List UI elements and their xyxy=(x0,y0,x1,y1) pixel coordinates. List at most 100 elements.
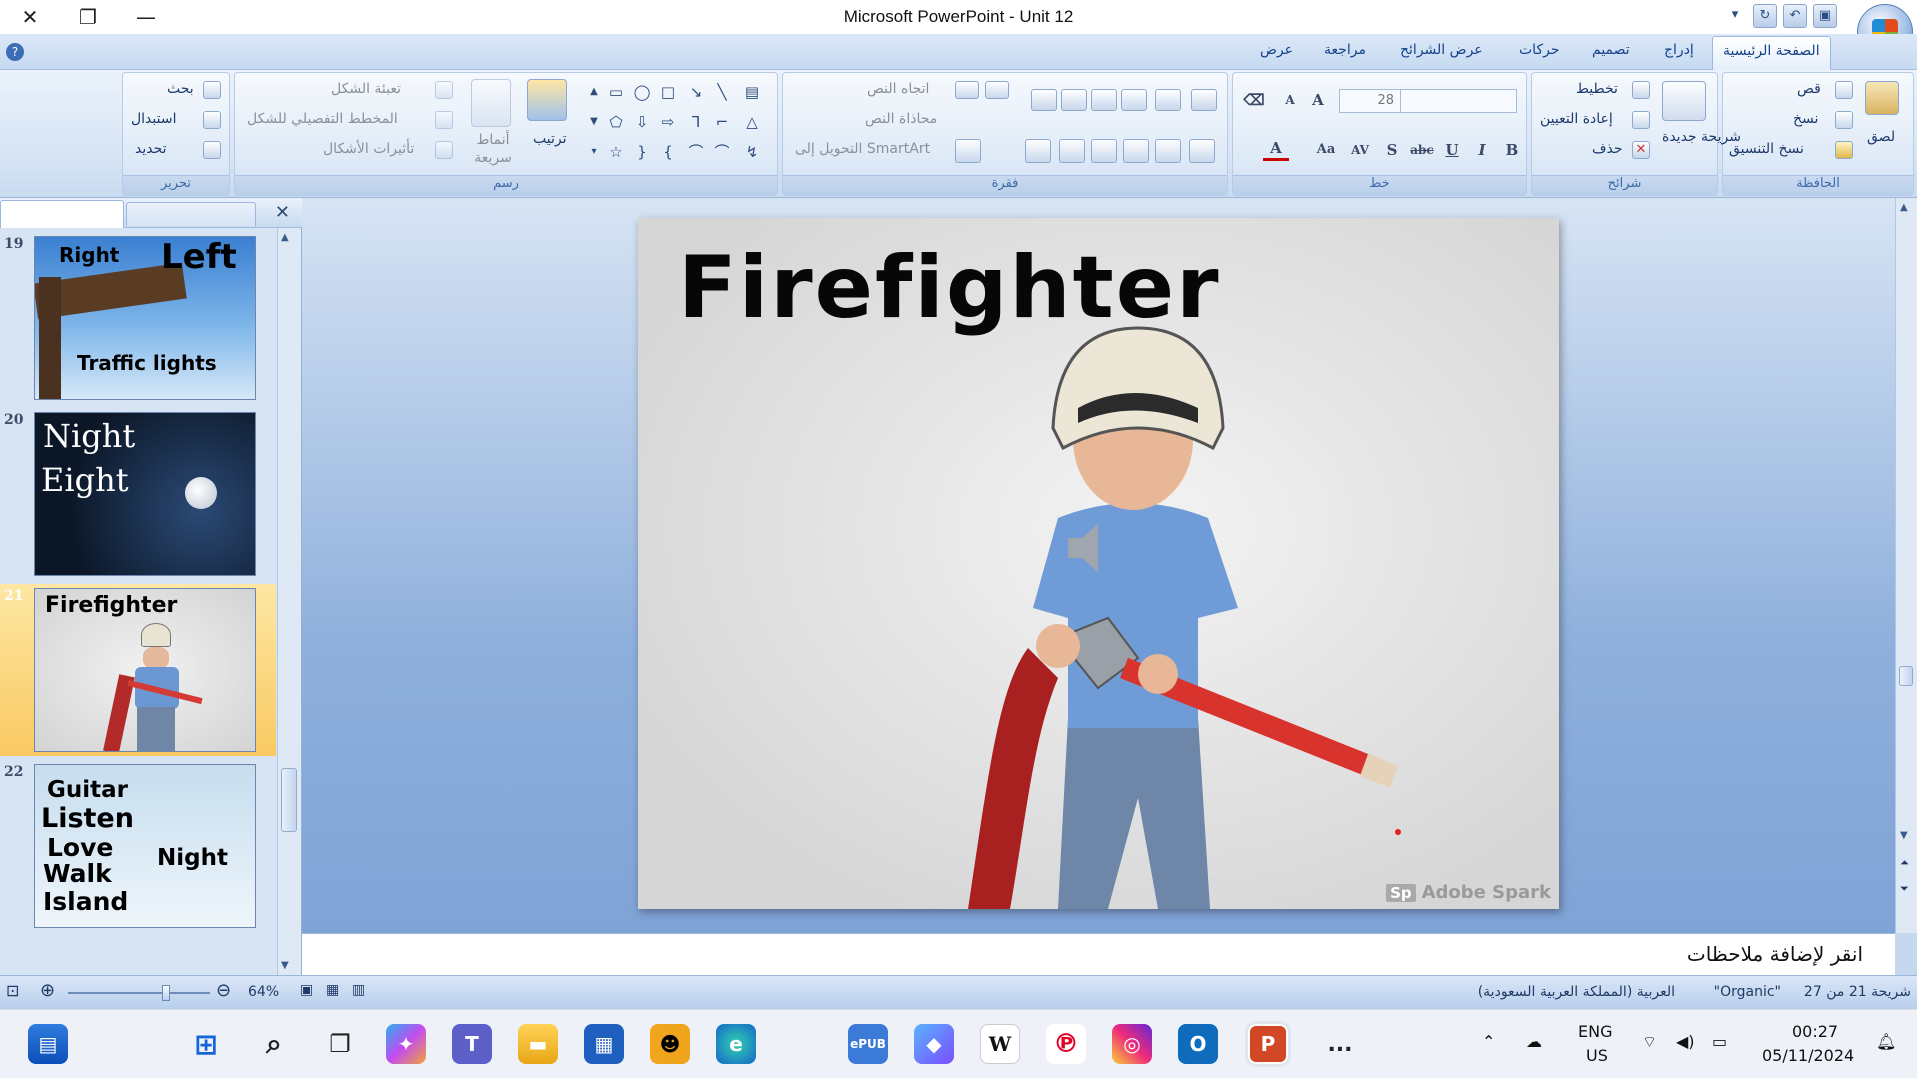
bullets-icon[interactable] xyxy=(955,81,979,99)
shapes-more-icon[interactable]: ▾ xyxy=(583,141,605,163)
outlook-icon[interactable]: O xyxy=(1178,1024,1218,1064)
freeform-shape-icon[interactable]: ↯ xyxy=(741,141,763,163)
next-slide-icon[interactable]: ⏷ xyxy=(1900,882,1909,896)
show-hidden-icons-icon[interactable]: ⌃ xyxy=(1482,1032,1495,1051)
wifi-icon[interactable]: ⌔ xyxy=(1642,1032,1657,1052)
powerpoint-icon[interactable]: P xyxy=(1248,1024,1288,1064)
store-icon[interactable]: ▦ xyxy=(584,1024,624,1064)
scroll-up-icon[interactable]: ▲ xyxy=(281,232,289,243)
more-apps-icon[interactable]: ... xyxy=(1320,1024,1360,1064)
grow-font-icon[interactable]: A xyxy=(1305,89,1331,113)
sorter-view-icon[interactable]: ▦ xyxy=(326,982,339,998)
slides-panel-scrollbar[interactable]: ▲ ▼ xyxy=(277,228,301,975)
square-shape-icon[interactable]: □ xyxy=(657,81,679,103)
search-icon[interactable]: ⌕ xyxy=(254,1024,294,1064)
decrease-indent-icon[interactable] xyxy=(1031,89,1057,111)
smartart-button[interactable]: التحويل إلى SmartArt xyxy=(795,141,930,157)
tab-insert[interactable]: إدراج xyxy=(1664,42,1694,58)
strikethrough-icon[interactable]: abc xyxy=(1409,139,1435,163)
underline-icon[interactable]: U xyxy=(1439,139,1465,163)
shrink-font-icon[interactable]: A xyxy=(1277,89,1303,113)
zoom-slider[interactable] xyxy=(68,985,210,1001)
start-icon[interactable]: ⊞ xyxy=(186,1024,226,1064)
align-left-icon[interactable] xyxy=(1123,139,1149,163)
volume-icon[interactable]: ◀) xyxy=(1676,1032,1695,1051)
arrange-button[interactable]: ترتيب xyxy=(533,131,567,147)
previous-slide-icon[interactable]: ⏶ xyxy=(1900,856,1909,870)
input-region[interactable]: US xyxy=(1586,1046,1608,1065)
layout-button[interactable]: تخطيط xyxy=(1576,81,1618,97)
slide-thumbnail-19[interactable]: 19 Right Left Traffic lights xyxy=(0,232,276,404)
cut-button[interactable]: قص xyxy=(1797,81,1821,97)
input-language[interactable]: ENG xyxy=(1578,1022,1612,1041)
shapes-scroll-down-icon[interactable]: ▼ xyxy=(583,111,605,133)
brace-right-shape-icon[interactable]: } xyxy=(631,141,653,163)
font-size-combo[interactable]: 28 xyxy=(1339,89,1401,113)
ltr-icon[interactable] xyxy=(1189,139,1215,163)
justify-icon[interactable] xyxy=(955,139,981,163)
redo-icon[interactable]: ↻ xyxy=(1753,4,1777,28)
paste-button[interactable]: لصق xyxy=(1867,129,1895,145)
slide-thumbnail-22[interactable]: 22 Guitar Listen Love Walk Island Night xyxy=(0,760,276,932)
increase-indent-icon[interactable] xyxy=(1061,89,1087,111)
numbering-icon[interactable] xyxy=(985,81,1009,99)
star-shape-icon[interactable]: ☆ xyxy=(605,141,627,163)
clear-format-icon[interactable]: ⌫ xyxy=(1241,89,1267,113)
tab-view[interactable]: عرض xyxy=(1260,42,1293,58)
battery-icon[interactable]: ▭ xyxy=(1712,1032,1727,1051)
arrow-line-icon[interactable]: ↘ xyxy=(685,81,707,103)
clock-time[interactable]: 00:27 xyxy=(1792,1022,1838,1041)
scroll-down-icon[interactable]: ▼ xyxy=(1900,830,1908,841)
onedrive-icon[interactable]: ☁ xyxy=(1526,1032,1542,1051)
task-view-icon[interactable]: ❐ xyxy=(320,1024,360,1064)
italic-icon[interactable]: I xyxy=(1469,139,1495,163)
paste-icon[interactable] xyxy=(1865,81,1899,115)
arc-shape-icon[interactable]: ⌒ xyxy=(685,141,707,163)
replace-button[interactable]: استبدال xyxy=(131,111,176,127)
list-icon[interactable] xyxy=(1155,89,1181,111)
triangle-shape-icon[interactable]: △ xyxy=(741,111,763,133)
pinterest-icon[interactable]: ℗ xyxy=(1046,1024,1086,1064)
shape-fill-button[interactable]: تعبئة الشكل xyxy=(331,81,401,97)
shapes-scroll-up-icon[interactable]: ▲ xyxy=(583,81,605,103)
scroll-down-icon[interactable]: ▼ xyxy=(281,960,289,971)
scroll-thumb[interactable] xyxy=(1899,666,1913,686)
align-justify-icon[interactable] xyxy=(1155,139,1181,163)
pentagon-shape-icon[interactable]: ⬠ xyxy=(605,111,627,133)
slideshow-view-icon[interactable]: ▣ xyxy=(300,982,313,998)
wikipedia-icon[interactable]: W xyxy=(980,1024,1020,1064)
epub-reader-icon[interactable]: ePUB xyxy=(848,1024,888,1064)
notifications-icon[interactable]: 🔔︎ xyxy=(1876,1032,1896,1051)
list-numbered-icon[interactable] xyxy=(1191,89,1217,111)
new-slide-icon[interactable] xyxy=(1662,81,1706,121)
editor-scrollbar[interactable]: ▲ ▼ ⏶ ⏷ xyxy=(1895,198,1917,933)
teams-icon[interactable]: T xyxy=(452,1024,492,1064)
slide-thumbnail-20[interactable]: 20 Night Eight xyxy=(0,408,276,580)
help-icon[interactable]: ? xyxy=(6,43,24,61)
text-direction-button[interactable]: اتجاه النص xyxy=(867,81,929,97)
close-panel-icon[interactable]: ✕ xyxy=(275,202,290,223)
tab-animations[interactable]: حركات xyxy=(1519,42,1560,58)
bold-icon[interactable]: B xyxy=(1499,139,1525,163)
notes-pane[interactable]: انقر لإضافة ملاحظات xyxy=(302,933,1895,975)
connector-shape-icon[interactable]: ⅂ xyxy=(685,111,707,133)
arrange-icon[interactable] xyxy=(527,79,567,121)
scroll-thumb[interactable] xyxy=(281,768,297,832)
instagram-icon[interactable]: ◎ xyxy=(1112,1024,1152,1064)
widgets-icon[interactable]: ▤ xyxy=(28,1024,68,1064)
tab-design[interactable]: تصميم xyxy=(1592,42,1630,58)
tab-slides[interactable] xyxy=(0,200,124,228)
copilot-icon[interactable]: ✦ xyxy=(386,1024,426,1064)
align-right-icon[interactable] xyxy=(1059,139,1085,163)
shape-outline-button[interactable]: المخطط التفصيلي للشكل xyxy=(247,111,398,127)
brace-left-shape-icon[interactable]: { xyxy=(657,141,679,163)
elbow-shape-icon[interactable]: ⌐ xyxy=(711,111,733,133)
rectangle-shape-icon[interactable]: ▭ xyxy=(605,81,627,103)
current-slide[interactable]: Firefighter Sp Adobe Spark xyxy=(638,218,1559,909)
fit-to-window-icon[interactable]: ⊡ xyxy=(6,981,19,1000)
ai-app-icon[interactable]: ◆ xyxy=(914,1024,954,1064)
edge-icon[interactable]: e xyxy=(716,1024,756,1064)
select-button[interactable]: تحديد xyxy=(135,141,167,157)
new-slide-button[interactable]: شريحة جديدة xyxy=(1662,129,1741,146)
zoom-in-icon[interactable]: ⊕ xyxy=(40,980,55,1001)
